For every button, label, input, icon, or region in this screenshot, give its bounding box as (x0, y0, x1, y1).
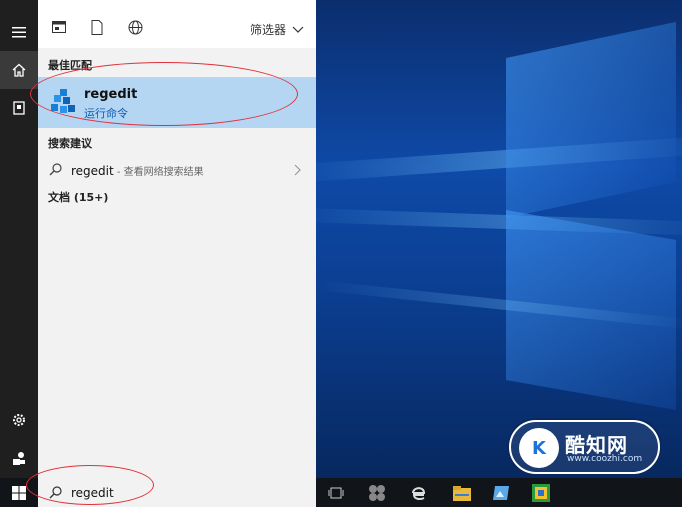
hamburger-icon (12, 27, 26, 38)
panel-toolbar: 筛选器 (38, 0, 316, 48)
hamburger-button[interactable] (0, 13, 38, 51)
edge-button[interactable] (407, 482, 429, 504)
app-icon (532, 484, 550, 502)
watermark-logo: K (519, 428, 559, 468)
user-button[interactable] (0, 439, 38, 477)
web-filter-button[interactable] (125, 17, 145, 37)
suggestion-hint: - 查看网络搜索结果 (113, 167, 204, 178)
documents-icon (91, 19, 103, 35)
home-button[interactable] (0, 51, 38, 89)
desktop-wallpaper (316, 0, 682, 478)
chevron-right-icon (294, 164, 301, 176)
tablet-icon (13, 101, 25, 115)
home-icon (12, 63, 26, 77)
store-button[interactable] (366, 482, 388, 504)
task-view-button[interactable] (325, 482, 347, 504)
documents-filter-button[interactable] (87, 17, 107, 37)
start-rail (0, 0, 38, 478)
photos-icon (493, 486, 509, 500)
apps-icon (52, 21, 66, 33)
annotation-ellipse-search (26, 465, 154, 505)
watermark: K 酷知网 www.coozhi.com (509, 420, 660, 474)
app-button[interactable] (530, 482, 552, 504)
filter-label: 筛选器 (249, 23, 286, 37)
suggestion-text: regedit - 查看网络搜索结果 (71, 163, 204, 178)
search-icon (49, 163, 62, 176)
web-suggestion-item[interactable]: regedit - 查看网络搜索结果 (38, 156, 316, 184)
file-explorer-icon (453, 485, 471, 501)
apps-filter-button[interactable] (49, 17, 69, 37)
store-icon (369, 485, 385, 501)
windows-start-icon (12, 486, 26, 500)
file-explorer-button[interactable] (451, 482, 473, 504)
chevron-down-icon (292, 26, 304, 33)
edge-icon (412, 487, 426, 500)
filter-dropdown[interactable]: 筛选器 (250, 21, 304, 38)
suggestion-query: regedit (71, 164, 114, 178)
photos-button[interactable] (490, 482, 512, 504)
web-icon (128, 20, 142, 34)
documents-heading[interactable]: 文档 (15+) (48, 189, 108, 205)
settings-button[interactable] (0, 401, 38, 439)
watermark-url: www.coozhi.com (567, 454, 643, 464)
user-icon (13, 452, 25, 465)
suggestions-heading: 搜索建议 (48, 137, 92, 150)
task-view-icon (328, 487, 344, 499)
annotation-ellipse-best-match (30, 62, 298, 126)
settings-icon (13, 414, 25, 426)
